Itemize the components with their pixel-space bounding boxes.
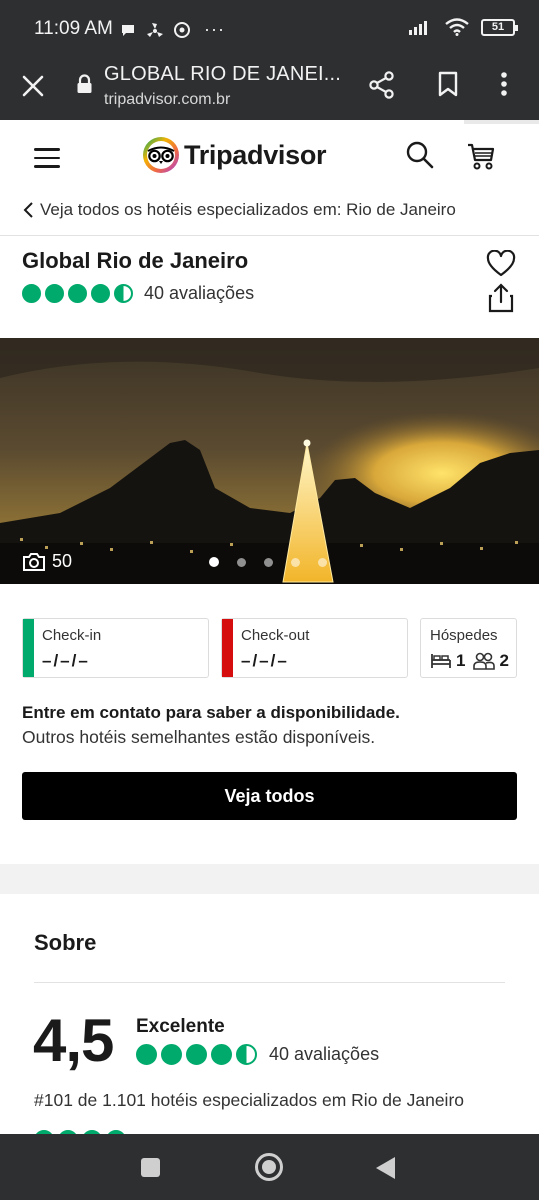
hotel-name: Global Rio de Janeiro	[22, 248, 249, 273]
photo-count-text: 50	[52, 551, 73, 571]
ranking-text[interactable]: #101 de 1.101 hotéis especializados em R…	[34, 1090, 464, 1111]
fan-icon	[147, 22, 163, 37]
carousel-dot[interactable]	[264, 557, 273, 567]
checkin-field[interactable]: Check-in –/–/–	[22, 618, 209, 678]
carousel-dot[interactable]	[237, 557, 246, 567]
menu-icon[interactable]	[34, 148, 60, 168]
more-options-icon[interactable]	[500, 71, 508, 97]
browser-toolbar: GLOBAL RIO DE JANEI... tripadvisor.com.b…	[0, 56, 539, 122]
rating-bubble	[68, 284, 87, 303]
divider	[34, 982, 505, 983]
rating-bubble	[136, 1044, 157, 1065]
guests-values: 1 2	[430, 651, 509, 671]
rating-bubble-half	[114, 284, 133, 303]
home-icon[interactable]	[255, 1153, 283, 1181]
about-rating[interactable]: 40 avaliações	[136, 1044, 379, 1065]
checkout-field[interactable]: Check-out –/–/–	[221, 618, 408, 678]
people-icon	[473, 652, 496, 670]
see-all-button[interactable]: Veja todos	[22, 772, 517, 820]
hotel-rating[interactable]: 40 avaliações	[22, 283, 254, 304]
rating-bubble	[91, 284, 110, 303]
carousel-dot[interactable]	[291, 557, 300, 567]
status-bar: 11:09 AM ··· 51	[0, 0, 539, 56]
owl-logo-icon	[143, 137, 179, 173]
about-title: Sobre	[34, 930, 97, 955]
cart-icon[interactable]	[466, 141, 496, 171]
rating-bubble	[22, 284, 41, 303]
site-header: Tripadvisor	[0, 124, 539, 190]
checkin-indicator	[23, 619, 34, 677]
carousel-dot-active[interactable]	[209, 557, 219, 567]
logo-text: Tripadvisor	[184, 139, 327, 170]
photo-image	[0, 338, 539, 584]
system-icons: 51	[409, 18, 518, 36]
rating-label: Excelente	[136, 1016, 225, 1037]
chrome-icon	[174, 21, 190, 38]
system-nav-bar	[0, 1134, 539, 1200]
guests-count: 2	[499, 651, 509, 670]
chevron-left-icon	[23, 202, 33, 218]
url-text[interactable]: tripadvisor.com.br	[104, 91, 230, 109]
guests-label: Hóspedes	[430, 627, 498, 644]
save-heart-icon[interactable]	[486, 250, 516, 278]
about-review-count[interactable]: 40 avaliações	[269, 1044, 379, 1065]
message-icon	[122, 24, 134, 36]
camera-icon	[23, 552, 45, 571]
carousel-dot[interactable]	[318, 557, 327, 567]
rating-score: 4,5	[33, 1007, 114, 1074]
breadcrumb[interactable]: Veja todos os hotéis especializados em: …	[22, 200, 456, 220]
rating-bubble	[211, 1044, 232, 1065]
signal-icon	[409, 21, 427, 35]
checkin-label: Check-in	[42, 627, 102, 644]
search-icon[interactable]	[405, 140, 435, 170]
rating-bubble	[186, 1044, 207, 1065]
more-notifications-icon: ···	[204, 19, 225, 39]
rating-bubble	[45, 284, 64, 303]
share-icon[interactable]	[487, 283, 515, 313]
battery-icon: 51	[481, 18, 518, 36]
rating-bubble-half	[236, 1044, 257, 1065]
close-tab-icon[interactable]	[20, 73, 46, 99]
section-separator	[0, 864, 539, 894]
wifi-icon	[445, 18, 469, 36]
about-section: Sobre 4,5 Excelente 40 avaliações #101 d…	[0, 894, 539, 1150]
tripadvisor-logo[interactable]: Tripadvisor	[142, 136, 327, 174]
back-icon[interactable]	[376, 1157, 395, 1179]
availability-message: Outros hotéis semelhantes estão disponív…	[22, 727, 376, 747]
guests-field[interactable]: Hóspedes 1 2	[420, 618, 517, 678]
review-count[interactable]: 40 avaliações	[144, 283, 254, 304]
recents-icon[interactable]	[141, 1158, 160, 1177]
carousel-dots[interactable]	[209, 557, 327, 567]
checkout-value: –/–/–	[241, 651, 289, 670]
share-icon[interactable]	[368, 70, 396, 100]
checkout-indicator	[222, 619, 233, 677]
lock-icon	[77, 74, 92, 93]
checkin-value: –/–/–	[42, 651, 90, 670]
breadcrumb-text[interactable]: Veja todos os hotéis especializados em: …	[40, 200, 456, 220]
photo-count[interactable]: 50	[22, 551, 72, 572]
rooms-count: 1	[456, 651, 466, 670]
bed-icon	[431, 654, 451, 668]
notification-icons: ···	[120, 19, 225, 40]
page-title: GLOBAL RIO DE JANEI...	[104, 63, 342, 85]
divider	[0, 235, 539, 236]
checkout-label: Check-out	[241, 627, 310, 644]
hotel-photo[interactable]: 50	[0, 338, 539, 584]
rating-bubble	[161, 1044, 182, 1065]
status-time: 11:09 AM	[34, 18, 113, 39]
bookmark-icon[interactable]	[437, 71, 459, 97]
availability-heading: Entre em contato para saber a disponibil…	[22, 703, 400, 722]
